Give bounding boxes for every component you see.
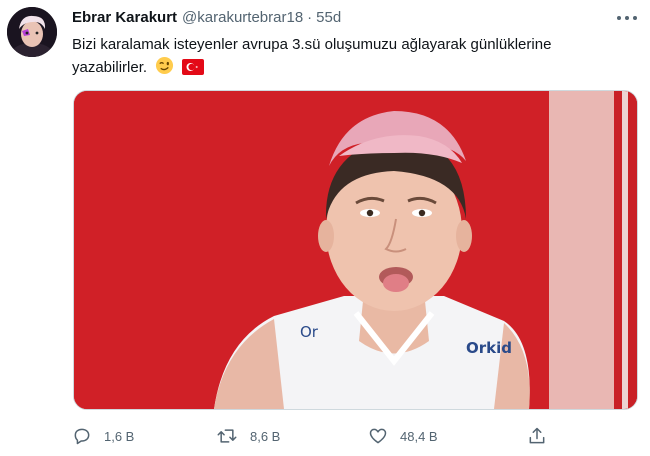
like-count: 48,4 B bbox=[400, 428, 438, 444]
retweet-count: 8,6 B bbox=[250, 428, 281, 444]
like-button[interactable]: 48,4 B bbox=[368, 422, 438, 450]
display-name[interactable]: Ebrar Karakurt bbox=[72, 9, 177, 26]
jersey-text-right: Orkid bbox=[466, 339, 512, 357]
share-button[interactable] bbox=[527, 422, 559, 450]
tweet-text-line-1: Bizi karalamak isteyenler avrupa 3.sü ol… bbox=[72, 36, 552, 53]
reply-icon bbox=[74, 428, 90, 445]
more-options-icon[interactable] bbox=[614, 10, 640, 26]
turkey-flag-emoji bbox=[182, 59, 205, 82]
reply-count: 1,6 B bbox=[104, 428, 135, 444]
tweet-text-line-2: yazabilirler. bbox=[72, 56, 632, 82]
reply-button[interactable]: 1,6 B bbox=[72, 422, 134, 450]
heart-icon bbox=[369, 428, 387, 444]
winking-face-emoji bbox=[155, 56, 174, 82]
tweet-photo[interactable]: Or Orkid bbox=[73, 90, 638, 410]
timestamp[interactable]: 55d bbox=[316, 9, 341, 26]
share-icon bbox=[529, 427, 545, 444]
avatar[interactable] bbox=[7, 7, 57, 57]
tweet-actions: 1,6 B 8,6 B 48,4 B bbox=[0, 422, 650, 450]
separator-dot: · bbox=[307, 9, 313, 26]
tweet-text-line-2-words: yazabilirler. bbox=[72, 59, 148, 76]
tweet-card[interactable]: Ebrar Karakurt @karakurtebrar18 · 55d Bi… bbox=[0, 0, 650, 456]
user-handle[interactable]: @karakurtebrar18 bbox=[182, 9, 303, 26]
retweet-icon bbox=[217, 429, 237, 443]
retweet-button[interactable]: 8,6 B bbox=[216, 422, 280, 450]
tweet-header: Ebrar Karakurt @karakurtebrar18 · 55d bbox=[72, 9, 341, 26]
tweet-text: Bizi karalamak isteyenler avrupa 3.sü ol… bbox=[72, 34, 632, 82]
jersey-text-left: Or bbox=[300, 323, 319, 341]
